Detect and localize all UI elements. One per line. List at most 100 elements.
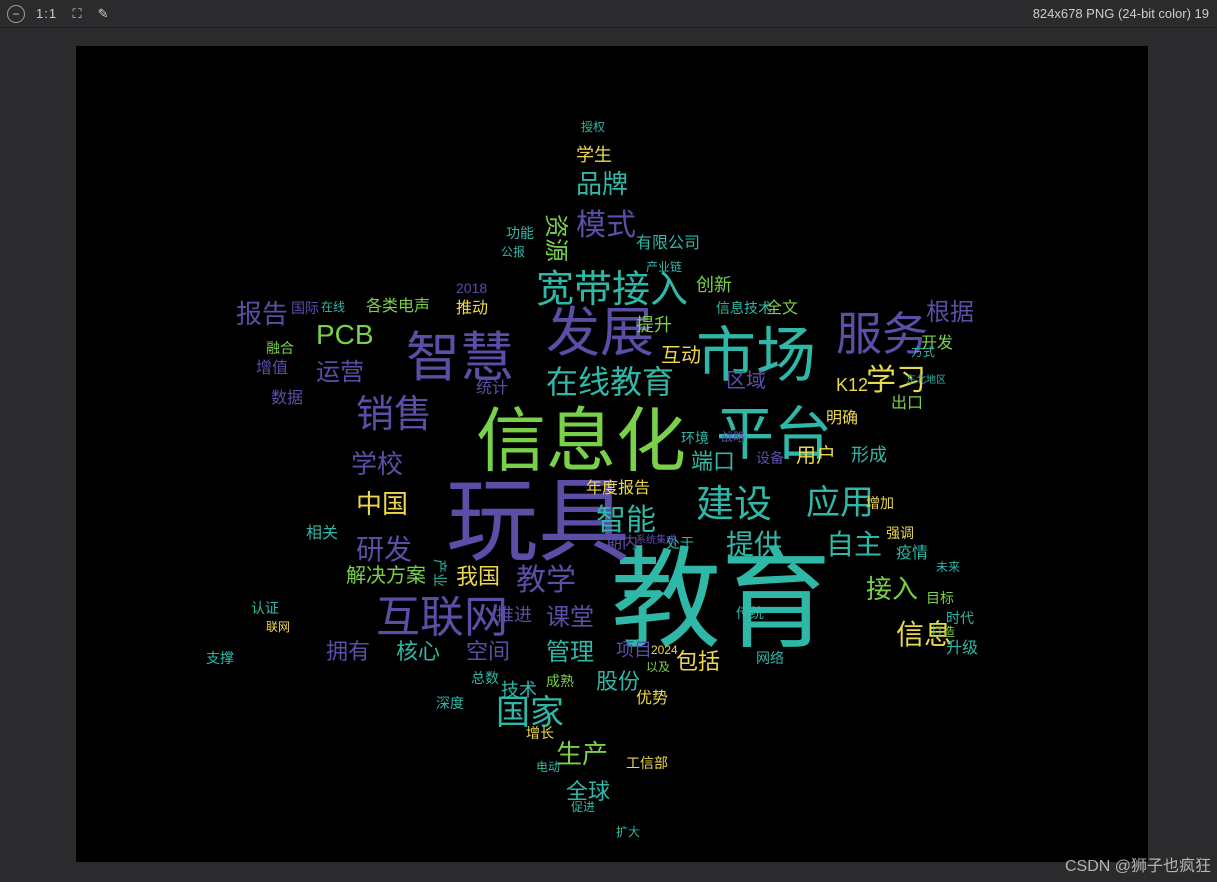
word: 创新 (696, 276, 732, 294)
word: 期内 (606, 536, 638, 552)
word: 明确 (826, 411, 858, 427)
word: 网络 (756, 651, 784, 665)
word: 智慧 (406, 331, 514, 385)
word: 产业链 (646, 261, 682, 273)
word: 拥有 (326, 641, 370, 663)
eyedropper-button[interactable]: ✎ (91, 3, 115, 25)
word: 促进 (571, 801, 595, 813)
word: 相关 (306, 526, 338, 542)
word: 销售 (356, 396, 432, 434)
word: 设备 (756, 451, 784, 465)
word: 资源 (543, 214, 567, 262)
word: 我国 (456, 566, 500, 588)
word: 增值 (256, 361, 288, 377)
wordcloud: 教育玩具信息化市场平台发展智慧服务互联网宽带接入在线教育建设销售应用智能学习国家… (76, 46, 1148, 862)
word: 环境 (681, 431, 709, 445)
image-canvas: 教育玩具信息化市场平台发展智慧服务互联网宽带接入在线教育建设销售应用智能学习国家… (76, 46, 1148, 862)
watermark: CSDN @狮子也疯狂 (1065, 852, 1211, 876)
word: 用户 (796, 446, 836, 466)
word: 管理 (546, 641, 594, 665)
word: 教学 (516, 566, 576, 596)
word: 互动 (661, 346, 701, 366)
word: 全文 (766, 301, 798, 317)
word: 方式 (911, 346, 935, 358)
fit-button[interactable]: ⛶ (65, 3, 89, 25)
zoom-1to1-button[interactable]: 1:1 (30, 6, 63, 21)
fit-icon: ⛶ (73, 6, 82, 22)
word: 包括 (676, 651, 720, 673)
word: 研发 (356, 536, 412, 564)
word: 公报 (501, 246, 525, 258)
word: 股份 (596, 671, 640, 693)
word: 东北地区 (906, 376, 946, 386)
word: 目标 (926, 591, 954, 605)
canvas-area[interactable]: 教育玩具信息化市场平台发展智慧服务互联网宽带接入在线教育建设销售应用智能学习国家… (0, 28, 1217, 882)
word: 自主 (826, 531, 882, 559)
word: 形成 (851, 446, 887, 464)
word: 年度报告 (586, 481, 650, 497)
word: 区域 (726, 371, 766, 391)
word: 在线 (321, 301, 345, 313)
word: 在线教育 (546, 366, 674, 398)
word: 应用 (806, 486, 874, 520)
word: 信息化 (476, 406, 686, 476)
word: 疫情 (896, 546, 928, 562)
word: 互联网 (376, 596, 508, 640)
word: 优势 (636, 691, 668, 707)
word: 2018 (456, 281, 487, 295)
word: PCB (316, 321, 374, 349)
eyedropper-icon: ✎ (98, 6, 109, 22)
word: 时代 (946, 611, 974, 625)
word: 支撑 (206, 651, 234, 665)
image-info-label: 824x678 PNG (24-bit color) 19 (1033, 6, 1213, 21)
word: 升级 (946, 641, 978, 657)
word: 生产 (556, 741, 608, 767)
word: 智能 (596, 506, 656, 536)
word: 学校 (351, 451, 403, 477)
word: 强调 (886, 526, 914, 540)
word: 传统 (736, 606, 764, 620)
word: 学生 (576, 146, 612, 164)
word: 品牌 (576, 171, 628, 197)
zoom-out-button[interactable]: − (4, 3, 28, 25)
word: 增加 (866, 496, 894, 510)
word: 运营 (316, 361, 364, 385)
word: 有限公司 (636, 236, 700, 252)
word: 扩大 (616, 826, 640, 838)
word: 成熟 (546, 674, 574, 688)
word: 深度 (436, 696, 464, 710)
word: 电动 (536, 761, 560, 773)
word: 未来 (936, 561, 960, 573)
word: 模式 (576, 211, 636, 241)
word: 国际 (291, 301, 319, 315)
word: 各类电声 (366, 299, 430, 315)
word: 授权 (581, 121, 605, 133)
word: 宽带接入 (536, 271, 688, 309)
word: 项目 (616, 641, 652, 659)
word: 端口 (691, 451, 735, 473)
minus-icon: − (7, 5, 25, 23)
word: 提供 (726, 531, 782, 559)
word: 工信部 (626, 756, 668, 770)
word: K12 (836, 376, 868, 394)
word: 核心 (396, 641, 440, 663)
word: 数据 (271, 391, 303, 407)
word: 信息技术 (716, 301, 772, 315)
word: 技术 (501, 681, 537, 699)
word: 中国 (356, 491, 408, 517)
word: 课堂 (546, 606, 594, 630)
word: 认证 (251, 601, 279, 615)
word: 推进 (496, 606, 532, 624)
word: 系统集成 (636, 536, 676, 546)
word: 战略 (721, 431, 745, 443)
word: 统计 (476, 381, 508, 397)
word: 产业 (433, 559, 447, 587)
word: 根据 (926, 301, 974, 325)
word: 以及 (646, 661, 670, 673)
word: 2024 (651, 644, 678, 656)
word: 增长 (526, 726, 554, 740)
word: 建设 (696, 486, 772, 524)
word: 提升 (636, 316, 672, 334)
word: 接入 (866, 576, 918, 602)
word: 功能 (506, 226, 534, 240)
